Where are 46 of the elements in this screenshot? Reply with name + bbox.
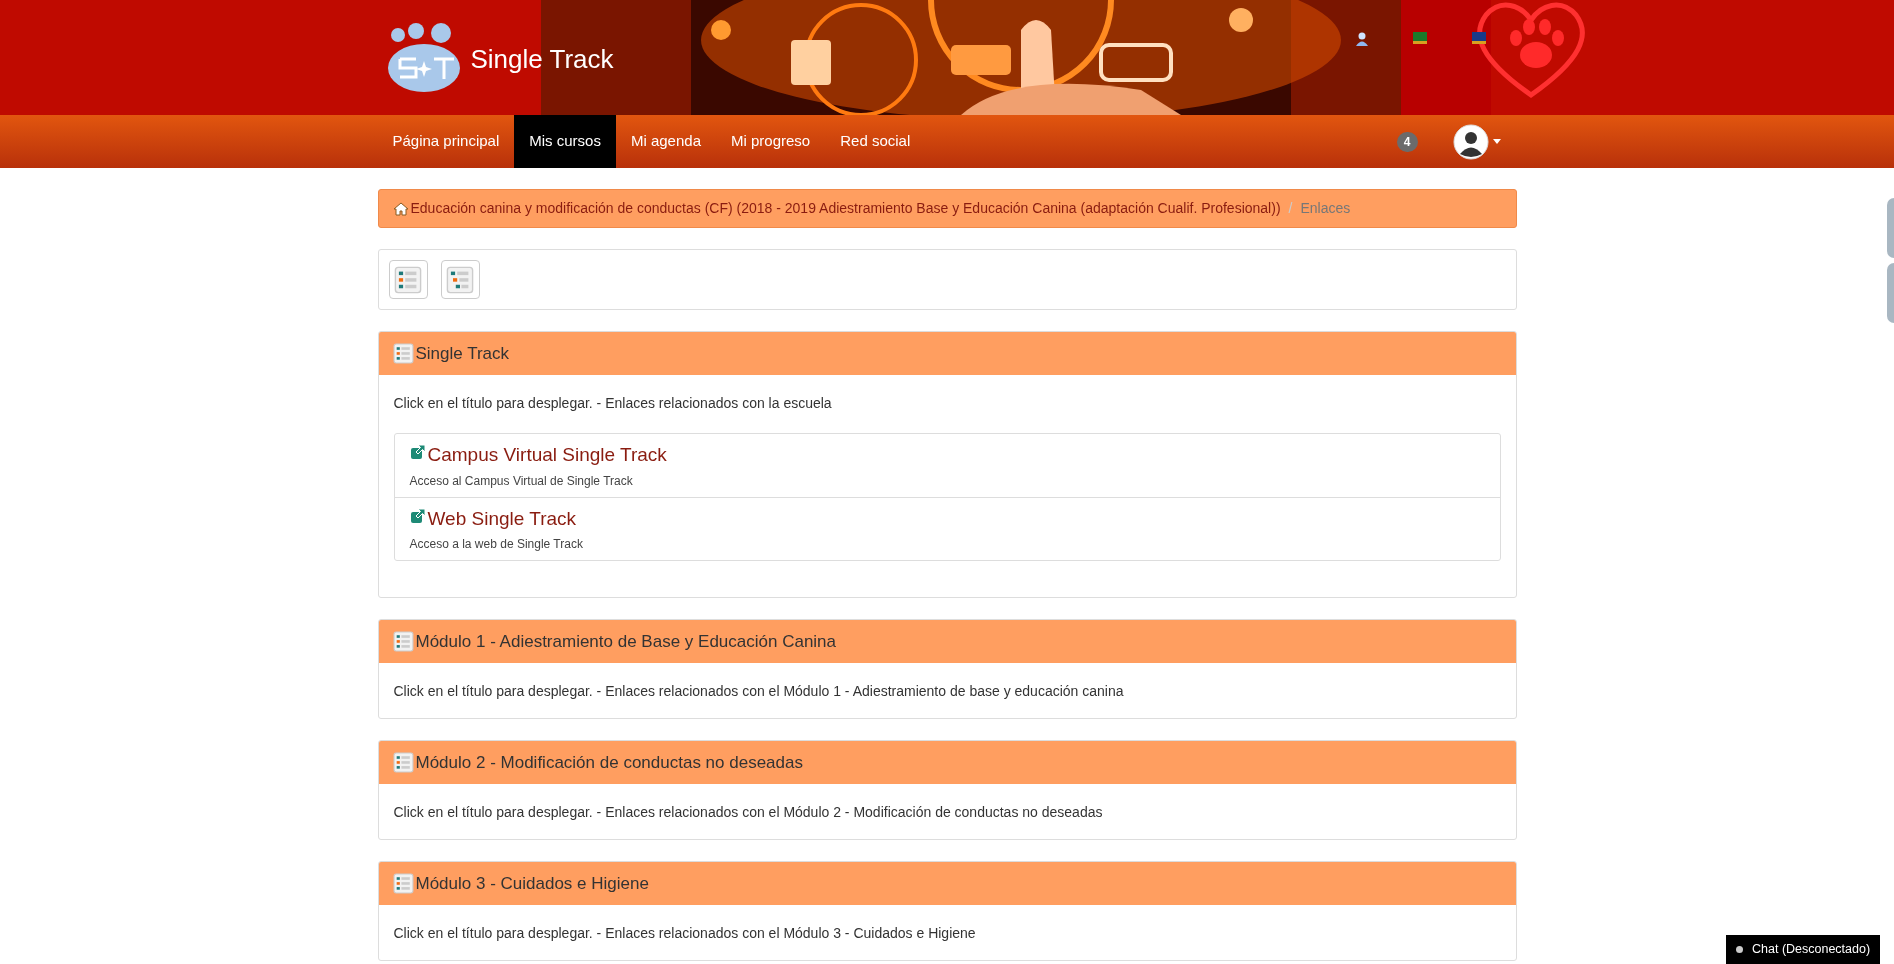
external-link-icon [409,444,426,460]
section-description: Click en el título para desplegar. - Enlaces relacionados con el Módulo 2 - Modificación de conductas no deseadas [393,803,1104,822]
list-icon [446,265,474,294]
list-icon [394,265,422,294]
expand-all-button[interactable] [388,260,428,299]
chat-label: Chat (Desconectado) [1752,941,1871,959]
section-description: Click en el título para desplegar. - Enlaces relacionados con la escuela [393,394,833,413]
list-icon [392,343,414,364]
section-title[interactable]: Single Track [415,340,510,367]
nav-tab[interactable]: Mi agenda [615,115,716,168]
notification-badge[interactable]: 4 [1396,131,1418,152]
breadcrumb-link[interactable]: Educación canina y modificación de conductas (CF) (2018 - 2019 Adiestramiento Base y Educación Canina (adaptación Cualif. Profesional)) [410,198,1281,219]
link-title[interactable]: Campus Virtual Single Track [427,441,667,470]
side-tab[interactable] [1887,198,1894,258]
caret-icon[interactable] [1492,139,1501,144]
user-icon[interactable] [1356,32,1368,46]
nav-tab[interactable]: Mi progreso [716,115,826,168]
nav-tab[interactable]: Mis cursos [514,115,616,168]
section-description: Click en el título para desplegar. - Enlaces relacionados con el Módulo 1 - Adiestramiento de base y educación canina [393,682,1125,701]
section-header[interactable]: Single Track [378,332,1516,375]
home-icon [392,201,409,216]
list-icon [392,873,414,894]
section-title[interactable]: Módulo 1 - Adiestramiento de Base y Educación Canina [415,628,837,655]
chat-bar[interactable]: Chat (Desconectado) [1726,935,1880,964]
link-title[interactable]: Web Single Track [427,504,577,533]
section-description: Click en el título para desplegar. - Enlaces relacionados con el Módulo 3 - Cuidados e Higiene [393,924,977,943]
section-header[interactable]: Módulo 2 - Modificación de conductas no deseadas [378,741,1516,784]
nav-tab[interactable]: Página principal [377,115,515,168]
avatar-icon[interactable] [1452,123,1489,160]
collapse-all-button[interactable] [440,260,480,299]
flag-icon[interactable] [1472,32,1486,44]
list-icon [392,752,414,773]
breadcrumb-separator: / [1288,199,1293,218]
section-title[interactable]: Módulo 3 - Cuidados e Higiene [415,870,649,897]
section-header[interactable]: Módulo 1 - Adiestramiento de Base y Educación Canina [378,620,1516,663]
logo-text: Single Track [470,44,614,74]
breadcrumb-current: Enlaces [1300,199,1351,218]
list-icon [392,631,414,652]
flag-icon[interactable] [1413,32,1427,44]
external-link-icon [409,507,426,524]
section-header[interactable]: Módulo 3 - Cuidados e Higiene [378,862,1516,905]
nav-tab[interactable]: Red social [825,115,926,168]
side-tab[interactable] [1887,263,1894,323]
section-title[interactable]: Módulo 2 - Modificación de conductas no deseadas [415,749,803,776]
link-description: Acceso a la web de Single Track [409,536,584,553]
link-description: Acceso al Campus Virtual de Single Track [409,472,634,490]
